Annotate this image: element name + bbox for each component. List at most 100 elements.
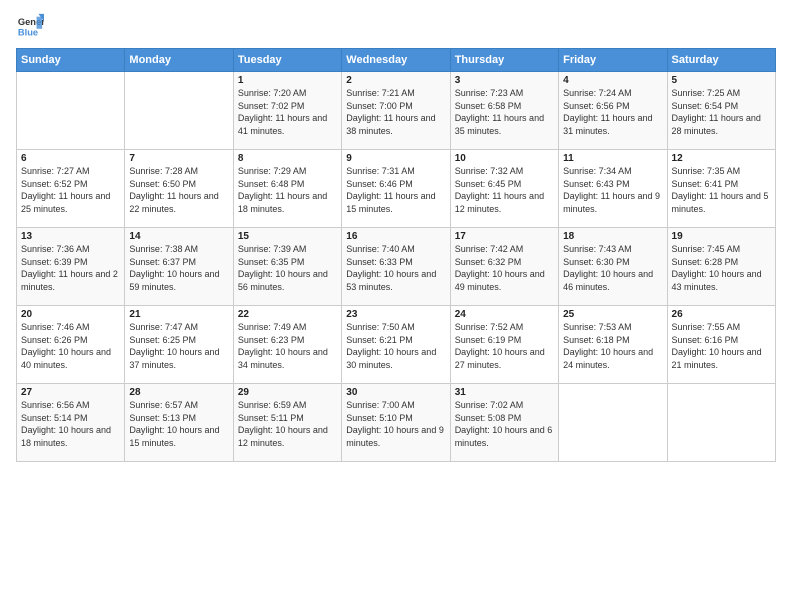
daylight: Daylight: 10 hours and 37 minutes. (129, 347, 219, 370)
day-number: 11 (563, 153, 662, 164)
day-cell: 31 Sunrise: 7:02 AM Sunset: 5:08 PM Dayl… (450, 384, 558, 462)
logo: General Blue (16, 12, 46, 40)
day-info: Sunrise: 6:56 AM Sunset: 5:14 PM Dayligh… (21, 399, 120, 449)
sunrise: Sunrise: 7:46 AM (21, 322, 90, 332)
sunset: Sunset: 7:00 PM (346, 101, 413, 111)
sunrise: Sunrise: 7:36 AM (21, 244, 90, 254)
sunrise: Sunrise: 7:45 AM (672, 244, 741, 254)
day-info: Sunrise: 7:32 AM Sunset: 6:45 PM Dayligh… (455, 165, 554, 215)
sunset: Sunset: 7:02 PM (238, 101, 305, 111)
day-info: Sunrise: 7:42 AM Sunset: 6:32 PM Dayligh… (455, 243, 554, 293)
sunset: Sunset: 6:33 PM (346, 257, 413, 267)
week-row-2: 6 Sunrise: 7:27 AM Sunset: 6:52 PM Dayli… (17, 150, 776, 228)
day-cell: 23 Sunrise: 7:50 AM Sunset: 6:21 PM Dayl… (342, 306, 450, 384)
day-info: Sunrise: 7:43 AM Sunset: 6:30 PM Dayligh… (563, 243, 662, 293)
week-row-1: 1 Sunrise: 7:20 AM Sunset: 7:02 PM Dayli… (17, 72, 776, 150)
day-number: 14 (129, 231, 228, 242)
day-number: 5 (672, 75, 771, 86)
day-number: 13 (21, 231, 120, 242)
day-number: 18 (563, 231, 662, 242)
sunrise: Sunrise: 7:43 AM (563, 244, 632, 254)
daylight: Daylight: 10 hours and 15 minutes. (129, 425, 219, 448)
sunset: Sunset: 6:48 PM (238, 179, 305, 189)
day-cell: 3 Sunrise: 7:23 AM Sunset: 6:58 PM Dayli… (450, 72, 558, 150)
sunrise: Sunrise: 7:42 AM (455, 244, 524, 254)
sunset: Sunset: 6:45 PM (455, 179, 522, 189)
daylight: Daylight: 10 hours and 40 minutes. (21, 347, 111, 370)
day-cell: 13 Sunrise: 7:36 AM Sunset: 6:39 PM Dayl… (17, 228, 125, 306)
header-row: SundayMondayTuesdayWednesdayThursdayFrid… (17, 49, 776, 72)
day-cell: 11 Sunrise: 7:34 AM Sunset: 6:43 PM Dayl… (559, 150, 667, 228)
day-number: 9 (346, 153, 445, 164)
sunset: Sunset: 6:43 PM (563, 179, 630, 189)
sunrise: Sunrise: 7:25 AM (672, 88, 741, 98)
sunrise: Sunrise: 7:53 AM (563, 322, 632, 332)
daylight: Daylight: 10 hours and 24 minutes. (563, 347, 653, 370)
day-info: Sunrise: 7:40 AM Sunset: 6:33 PM Dayligh… (346, 243, 445, 293)
sunrise: Sunrise: 7:24 AM (563, 88, 632, 98)
sunset: Sunset: 6:25 PM (129, 335, 196, 345)
day-cell: 18 Sunrise: 7:43 AM Sunset: 6:30 PM Dayl… (559, 228, 667, 306)
sunset: Sunset: 6:46 PM (346, 179, 413, 189)
daylight: Daylight: 11 hours and 41 minutes. (238, 113, 327, 136)
day-cell: 12 Sunrise: 7:35 AM Sunset: 6:41 PM Dayl… (667, 150, 775, 228)
day-info: Sunrise: 7:39 AM Sunset: 6:35 PM Dayligh… (238, 243, 337, 293)
day-info: Sunrise: 7:02 AM Sunset: 5:08 PM Dayligh… (455, 399, 554, 449)
day-cell: 30 Sunrise: 7:00 AM Sunset: 5:10 PM Dayl… (342, 384, 450, 462)
day-cell: 16 Sunrise: 7:40 AM Sunset: 6:33 PM Dayl… (342, 228, 450, 306)
day-cell: 6 Sunrise: 7:27 AM Sunset: 6:52 PM Dayli… (17, 150, 125, 228)
sunset: Sunset: 5:14 PM (21, 413, 88, 423)
header-day-thursday: Thursday (450, 49, 558, 72)
sunset: Sunset: 5:13 PM (129, 413, 196, 423)
daylight: Daylight: 11 hours and 2 minutes. (21, 269, 118, 292)
day-number: 20 (21, 309, 120, 320)
day-cell: 27 Sunrise: 6:56 AM Sunset: 5:14 PM Dayl… (17, 384, 125, 462)
sunset: Sunset: 6:19 PM (455, 335, 522, 345)
day-info: Sunrise: 7:47 AM Sunset: 6:25 PM Dayligh… (129, 321, 228, 371)
day-number: 21 (129, 309, 228, 320)
sunset: Sunset: 6:58 PM (455, 101, 522, 111)
daylight: Daylight: 11 hours and 18 minutes. (238, 191, 327, 214)
day-cell: 4 Sunrise: 7:24 AM Sunset: 6:56 PM Dayli… (559, 72, 667, 150)
header: General Blue (16, 12, 776, 40)
day-info: Sunrise: 7:38 AM Sunset: 6:37 PM Dayligh… (129, 243, 228, 293)
daylight: Daylight: 10 hours and 30 minutes. (346, 347, 436, 370)
daylight: Daylight: 10 hours and 53 minutes. (346, 269, 436, 292)
day-number: 16 (346, 231, 445, 242)
day-cell: 20 Sunrise: 7:46 AM Sunset: 6:26 PM Dayl… (17, 306, 125, 384)
daylight: Daylight: 10 hours and 59 minutes. (129, 269, 219, 292)
daylight: Daylight: 10 hours and 56 minutes. (238, 269, 328, 292)
week-row-5: 27 Sunrise: 6:56 AM Sunset: 5:14 PM Dayl… (17, 384, 776, 462)
day-cell: 9 Sunrise: 7:31 AM Sunset: 6:46 PM Dayli… (342, 150, 450, 228)
day-number: 3 (455, 75, 554, 86)
day-number: 6 (21, 153, 120, 164)
header-day-wednesday: Wednesday (342, 49, 450, 72)
day-number: 25 (563, 309, 662, 320)
day-number: 23 (346, 309, 445, 320)
day-cell: 15 Sunrise: 7:39 AM Sunset: 6:35 PM Dayl… (233, 228, 341, 306)
day-info: Sunrise: 7:24 AM Sunset: 6:56 PM Dayligh… (563, 87, 662, 137)
sunset: Sunset: 5:08 PM (455, 413, 522, 423)
daylight: Daylight: 10 hours and 18 minutes. (21, 425, 111, 448)
day-cell (667, 384, 775, 462)
day-info: Sunrise: 7:29 AM Sunset: 6:48 PM Dayligh… (238, 165, 337, 215)
day-cell: 26 Sunrise: 7:55 AM Sunset: 6:16 PM Dayl… (667, 306, 775, 384)
day-info: Sunrise: 7:25 AM Sunset: 6:54 PM Dayligh… (672, 87, 771, 137)
day-info: Sunrise: 6:59 AM Sunset: 5:11 PM Dayligh… (238, 399, 337, 449)
day-info: Sunrise: 7:34 AM Sunset: 6:43 PM Dayligh… (563, 165, 662, 215)
sunrise: Sunrise: 7:02 AM (455, 400, 524, 410)
day-info: Sunrise: 7:27 AM Sunset: 6:52 PM Dayligh… (21, 165, 120, 215)
day-info: Sunrise: 7:35 AM Sunset: 6:41 PM Dayligh… (672, 165, 771, 215)
sunrise: Sunrise: 7:32 AM (455, 166, 524, 176)
daylight: Daylight: 10 hours and 21 minutes. (672, 347, 762, 370)
day-cell: 8 Sunrise: 7:29 AM Sunset: 6:48 PM Dayli… (233, 150, 341, 228)
day-info: Sunrise: 7:50 AM Sunset: 6:21 PM Dayligh… (346, 321, 445, 371)
sunrise: Sunrise: 7:40 AM (346, 244, 415, 254)
header-day-friday: Friday (559, 49, 667, 72)
daylight: Daylight: 10 hours and 43 minutes. (672, 269, 762, 292)
day-info: Sunrise: 7:31 AM Sunset: 6:46 PM Dayligh… (346, 165, 445, 215)
day-cell (559, 384, 667, 462)
day-cell: 5 Sunrise: 7:25 AM Sunset: 6:54 PM Dayli… (667, 72, 775, 150)
sunset: Sunset: 6:54 PM (672, 101, 739, 111)
day-number: 1 (238, 75, 337, 86)
